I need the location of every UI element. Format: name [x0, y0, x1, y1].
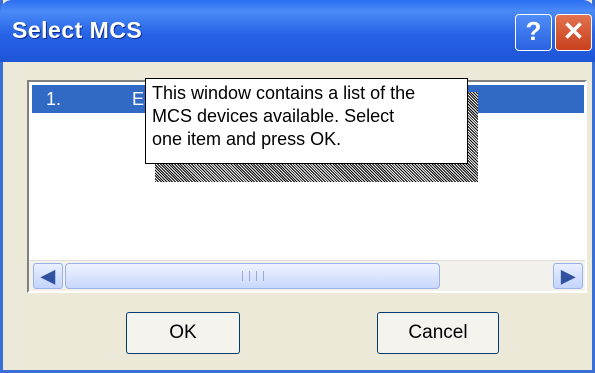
window-title: Select MCS: [12, 17, 143, 43]
question-mark-icon: ?: [525, 16, 542, 46]
select-mcs-dialog: Select MCS ? ✕ 1. Ea ◀ ▶ OK Cancel: [0, 0, 595, 373]
grip-icon: [242, 271, 264, 281]
title-bar[interactable]: Select MCS ? ✕: [0, 0, 595, 62]
scroll-left-button[interactable]: ◀: [33, 263, 63, 289]
horizontal-scrollbar[interactable]: ◀ ▶: [29, 260, 585, 291]
tooltip-line: MCS devices available. Select: [152, 106, 395, 126]
chevron-right-icon: ▶: [561, 266, 575, 286]
chevron-left-icon: ◀: [41, 266, 55, 286]
scrollbar-thumb[interactable]: [65, 263, 440, 289]
tooltip-line: one item and press OK.: [152, 129, 342, 149]
tooltip-line: This window contains a list of the: [152, 83, 416, 103]
cancel-button[interactable]: Cancel: [377, 312, 499, 354]
ok-button[interactable]: OK: [126, 312, 240, 354]
scroll-right-button[interactable]: ▶: [553, 263, 583, 289]
close-button[interactable]: ✕: [555, 14, 592, 51]
list-item-index: 1.: [46, 89, 62, 109]
help-tooltip: This window contains a list of the MCS d…: [145, 78, 468, 164]
close-icon: ✕: [562, 16, 585, 46]
help-button[interactable]: ?: [515, 14, 552, 51]
